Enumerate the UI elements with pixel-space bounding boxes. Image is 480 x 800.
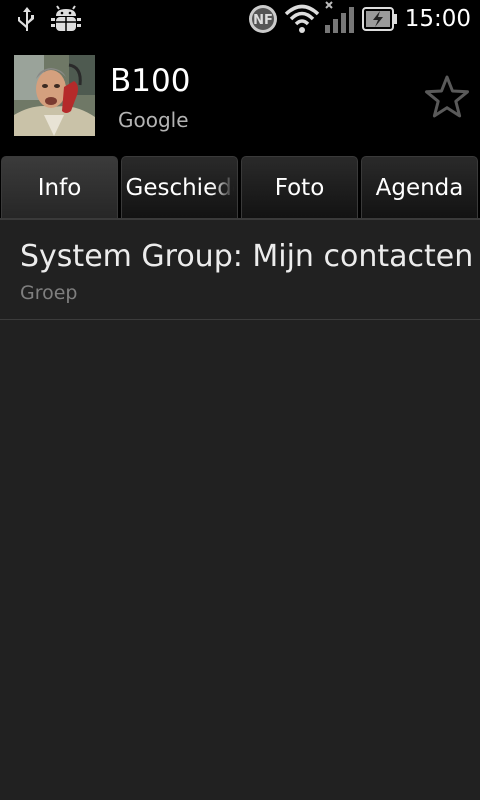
- group-value: System Group: Mijn contacten: [20, 239, 474, 274]
- battery-charging-icon: [362, 7, 397, 31]
- tab-bar: Info Geschiedenis Foto Agenda: [0, 156, 480, 219]
- wifi-icon: [284, 4, 320, 33]
- group-detail-row[interactable]: System Group: Mijn contacten Groep: [0, 220, 480, 320]
- status-clock: 15:00: [404, 6, 471, 32]
- contact-photo: [14, 55, 95, 136]
- tab-photo[interactable]: Foto: [241, 156, 358, 219]
- cell-signal-off-icon: [325, 1, 354, 33]
- tab-info[interactable]: Info: [1, 156, 118, 219]
- usb-icon: [18, 7, 34, 31]
- favorite-star-icon[interactable]: [424, 74, 470, 120]
- group-label: Groep: [20, 282, 78, 304]
- tab-label: Info: [37, 175, 82, 201]
- tab-agenda[interactable]: Agenda: [361, 156, 478, 219]
- tab-label: Geschiedenis: [125, 175, 234, 201]
- contact-avatar[interactable]: [14, 55, 95, 136]
- tab-label: Agenda: [375, 175, 464, 201]
- contact-account-type: Google: [118, 108, 189, 132]
- tab-history[interactable]: Geschiedenis: [121, 156, 238, 219]
- contact-header: B100 Google: [0, 38, 480, 156]
- tab-label: Foto: [274, 175, 325, 201]
- nfc-icon: NF: [249, 5, 277, 33]
- android-debug-icon: [51, 5, 81, 31]
- contact-name: B100: [110, 63, 191, 99]
- status-bar: NF 15:00: [0, 0, 480, 38]
- svg-text:NF: NF: [253, 13, 273, 28]
